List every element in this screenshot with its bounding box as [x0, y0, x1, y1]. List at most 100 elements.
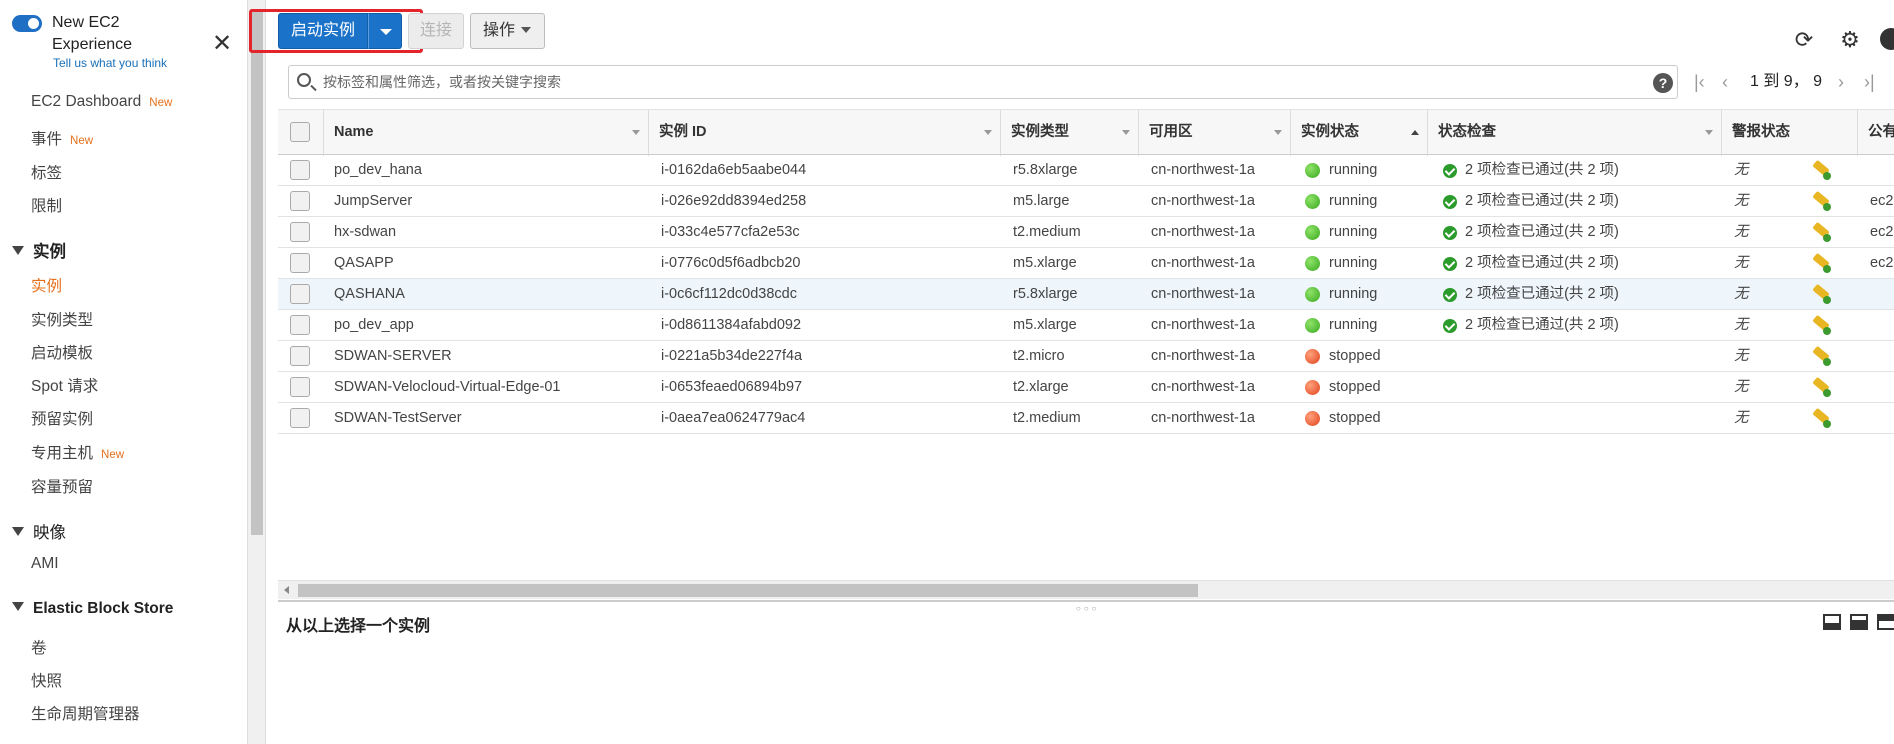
cell-name: QASHANA [334, 286, 405, 302]
cell-alarm: 无 [1734, 317, 1749, 333]
column-label: 状态检查 [1438, 124, 1496, 140]
pane-divider[interactable] [278, 600, 1894, 602]
sidebar-item-spot-requests[interactable]: Spot 请求 [31, 374, 98, 396]
new-experience-toggle[interactable] [12, 15, 42, 32]
table-row[interactable]: SDWAN-Velocloud-Virtual-Edge-01 i-0653fea… [278, 372, 1894, 403]
gear-icon[interactable]: ⚙ [1838, 28, 1862, 52]
column-alarm-status[interactable]: 警报状态 [1722, 110, 1858, 156]
table-row[interactable]: SDWAN-TestServer i-0aea7ea0624779ac4 t2.me… [278, 403, 1894, 434]
collapse-triangle-icon [12, 602, 24, 611]
column-instance-state[interactable]: 实例状态 [1291, 110, 1428, 156]
create-alarm-icon[interactable] [1812, 314, 1832, 336]
cell-id: i-0776c0d5f6adbcb20 [661, 255, 801, 271]
sidebar-item-launch-templates[interactable]: 启动模板 [31, 341, 93, 363]
select-all-checkbox[interactable] [290, 122, 310, 142]
create-alarm-icon[interactable] [1812, 283, 1832, 305]
pane-top-icon[interactable] [1877, 614, 1894, 630]
connect-button[interactable]: 连接 [408, 13, 464, 49]
row-checkbox[interactable] [290, 284, 310, 304]
table-row[interactable]: hx-sdwan i-033c4e577cfa2e53c t2.medium cn-n… [278, 217, 1894, 248]
cell-type: m5.large [1013, 193, 1070, 209]
column-name[interactable]: Name [324, 110, 649, 156]
row-checkbox[interactable] [290, 191, 310, 211]
column-status-checks[interactable]: 状态检查 [1428, 110, 1722, 156]
horizontal-scrollbar-thumb[interactable] [298, 584, 1198, 597]
running-status-icon [1305, 318, 1320, 333]
column-public[interactable]: 公有 [1858, 110, 1894, 156]
refresh-icon[interactable]: ⟳ [1792, 28, 1816, 52]
sidebar-item-volumes[interactable]: 卷 [31, 636, 47, 658]
resize-grip-icon[interactable]: ○○○ [1076, 604, 1100, 613]
first-page-icon[interactable]: |‹ [1694, 65, 1705, 99]
sidebar-item-instances[interactable]: 实例 [31, 274, 62, 296]
cell-alarm: 无 [1734, 193, 1749, 209]
table-row[interactable]: JumpServer i-026e92dd8394ed258 m5.large cn-… [278, 186, 1894, 217]
row-checkbox[interactable] [290, 346, 310, 366]
launch-instance-button[interactable]: 启动实例 [278, 13, 368, 49]
launch-dropdown-caret-icon[interactable] [368, 13, 402, 49]
search-input[interactable] [323, 70, 1623, 94]
prev-page-icon[interactable]: ‹ [1722, 65, 1728, 99]
column-label: 警报状态 [1732, 124, 1790, 140]
sidebar-section-instances[interactable]: 实例 [12, 238, 66, 262]
detail-pane-title: 从以上选择一个实例 [286, 618, 431, 635]
cell-az: cn-northwest-1a [1151, 379, 1255, 395]
actions-button[interactable]: 操作 [470, 13, 545, 49]
create-alarm-icon[interactable] [1812, 221, 1832, 243]
row-checkbox[interactable] [290, 408, 310, 428]
sidebar-item-lifecycle-manager[interactable]: 生命周期管理器 [31, 702, 140, 724]
close-icon[interactable]: ✕ [212, 32, 232, 56]
row-checkbox[interactable] [290, 377, 310, 397]
create-alarm-icon[interactable] [1812, 345, 1832, 367]
column-instance-type[interactable]: 实例类型 [1001, 110, 1139, 156]
table-row[interactable]: QASHANA i-0c6cf112dc0d38cdc r5.8xlarge cn-n… [278, 279, 1894, 310]
sidebar-scrollbar-thumb[interactable] [251, 10, 263, 535]
row-checkbox[interactable] [290, 160, 310, 180]
cell-alarm: 无 [1734, 379, 1749, 395]
scroll-left-icon[interactable] [284, 586, 289, 594]
cell-id: i-0162da6eb5aabe044 [661, 162, 807, 178]
sidebar-item-snapshots[interactable]: 快照 [31, 669, 62, 691]
feedback-link[interactable]: Tell us what you think [53, 56, 167, 70]
column-instance-id[interactable]: 实例 ID [649, 110, 1001, 156]
create-alarm-icon[interactable] [1812, 159, 1832, 181]
sidebar-section-ebs[interactable]: Elastic Block Store [12, 600, 173, 618]
filter-help-icon[interactable]: ? [1653, 73, 1673, 93]
last-page-icon[interactable]: ›| [1864, 65, 1875, 99]
cell-alarm: 无 [1734, 162, 1749, 178]
column-availability-zone[interactable]: 可用区 [1139, 110, 1291, 156]
sidebar-section-images[interactable]: 映像 [12, 519, 66, 543]
sidebar-item-reserved-instances[interactable]: 预留实例 [31, 407, 93, 429]
create-alarm-icon[interactable] [1812, 190, 1832, 212]
sidebar-item-limits[interactable]: 限制 [31, 194, 62, 216]
sidebar-item-tags[interactable]: 标签 [31, 161, 62, 183]
sidebar-item-ami[interactable]: AMI [31, 555, 59, 573]
sidebar-scrollbar[interactable] [247, 0, 266, 744]
row-checkbox[interactable] [290, 315, 310, 335]
pane-bottom-icon[interactable] [1823, 614, 1841, 630]
table-row[interactable]: QASAPP i-0776c0d5f6adbcb20 m5.xlarge cn-nor… [278, 248, 1894, 279]
check-passed-icon [1443, 164, 1457, 178]
sidebar-item-capacity-reservations[interactable]: 容量预留 [31, 475, 93, 497]
collapse-triangle-icon [12, 246, 24, 255]
next-page-icon[interactable]: › [1838, 65, 1844, 99]
row-checkbox[interactable] [290, 253, 310, 273]
sidebar-item-events[interactable]: 事件 New [31, 127, 93, 149]
pane-half-icon[interactable] [1850, 614, 1868, 630]
alarm-icon-part [1823, 389, 1831, 397]
create-alarm-icon[interactable] [1812, 376, 1832, 398]
table-header: Name 实例 ID 实例类型 可用区 实例状态 状态检查 警报状态 公有 [278, 109, 1894, 156]
table-row[interactable]: SDWAN-SERVER i-0221a5b34de227f4a t2.micro c… [278, 341, 1894, 372]
cell-public: ec2 [1870, 193, 1894, 209]
row-checkbox[interactable] [290, 222, 310, 242]
table-row[interactable]: po_dev_hana i-0162da6eb5aabe044 r5.8xlarge… [278, 155, 1894, 186]
table-row[interactable]: po_dev_app i-0d8611384afabd092 m5.xlarge cn… [278, 310, 1894, 341]
table-horizontal-scrollbar[interactable] [278, 580, 1894, 599]
create-alarm-icon[interactable] [1812, 407, 1832, 429]
alarm-icon-part [1823, 172, 1831, 180]
sidebar-item-instance-types[interactable]: 实例类型 [31, 308, 93, 330]
sidebar-item-dedicated-hosts[interactable]: 专用主机 New [31, 441, 124, 463]
create-alarm-icon[interactable] [1812, 252, 1832, 274]
help-icon[interactable] [1880, 28, 1894, 52]
sidebar-item-ec2-dashboard[interactable]: EC2 Dashboard New [31, 93, 172, 111]
